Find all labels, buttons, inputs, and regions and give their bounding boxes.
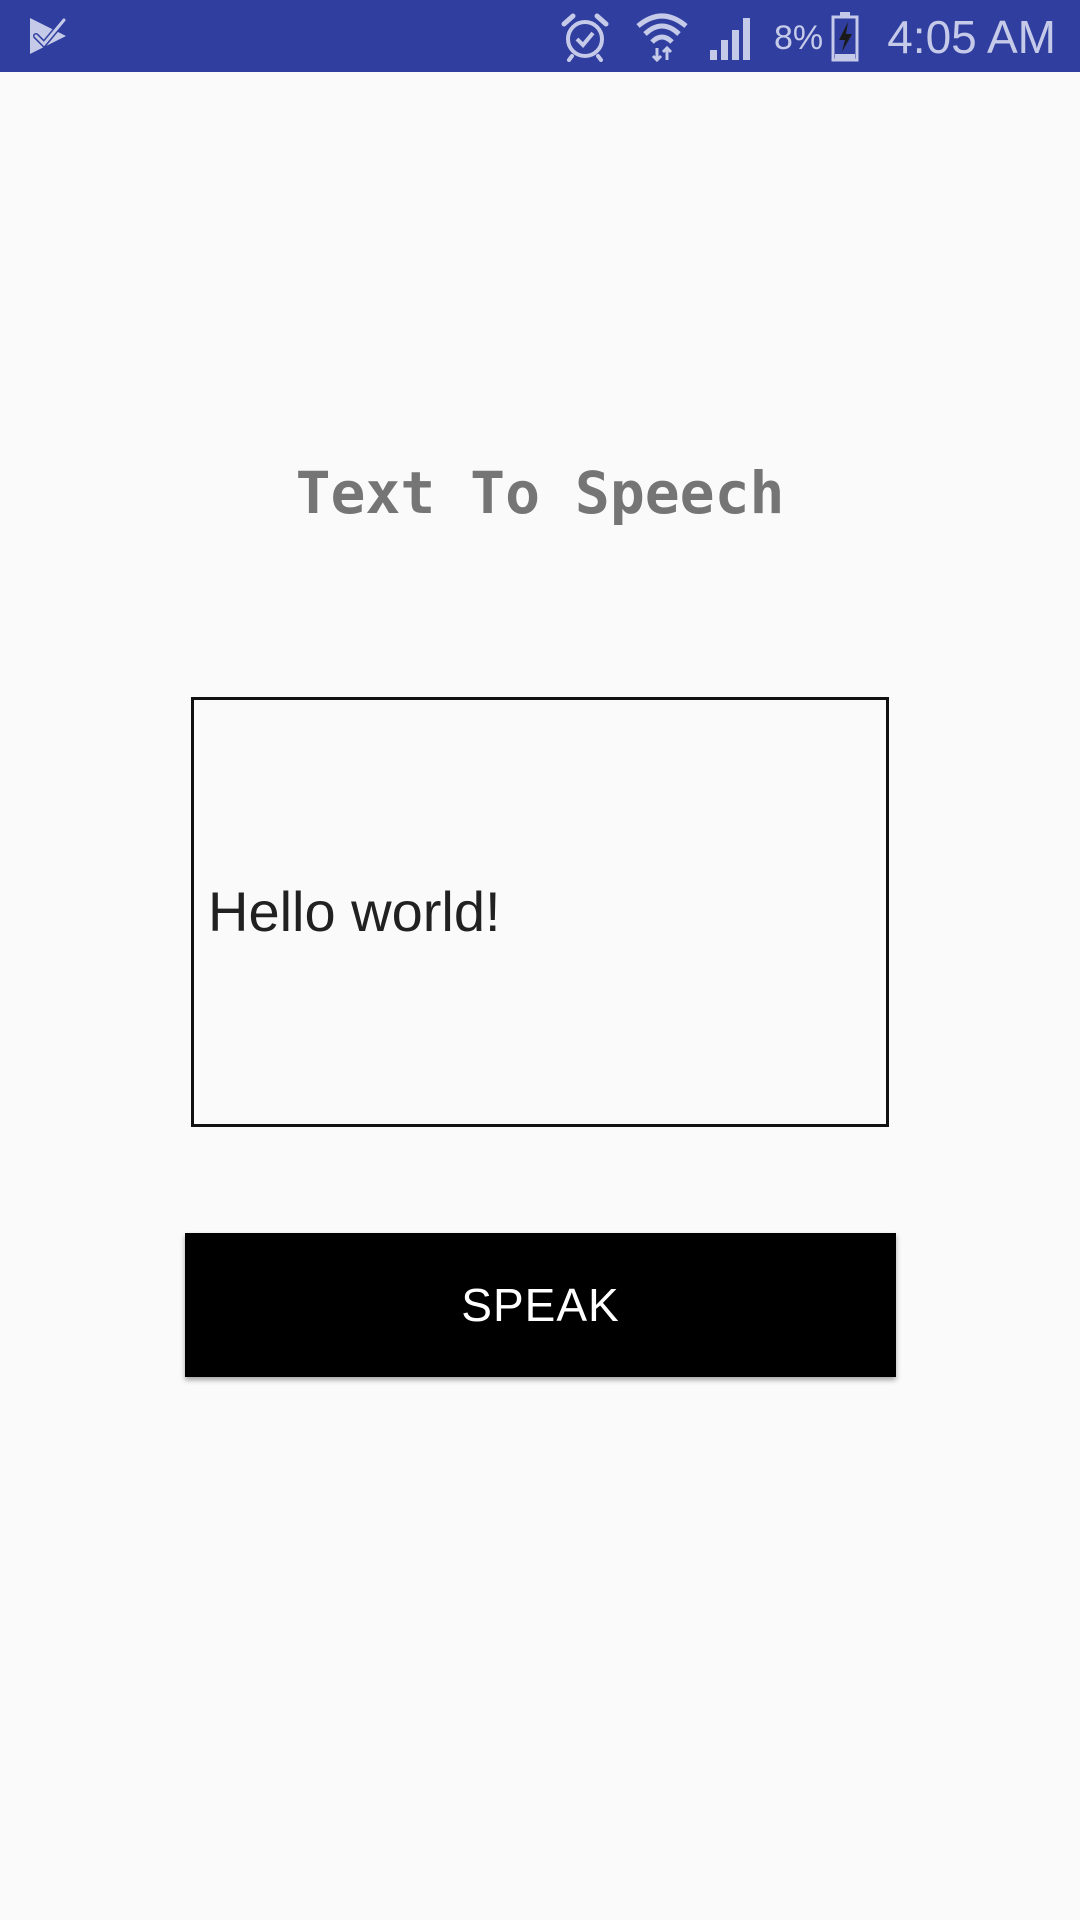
speech-text-input[interactable]: Hello world! [191,697,889,1127]
alarm-icon [561,13,609,62]
battery-charging-icon [831,12,859,62]
status-bar: 8% 4:05 AM [0,0,1080,72]
app-screen: 8% 4:05 AM Text To Speech Hello world! S… [0,0,1080,1920]
wifi-icon [636,13,688,62]
battery-percent: 8% [774,19,824,57]
speech-text-value[interactable]: Hello world! [194,879,501,945]
check-notification-icon [30,17,67,54]
signal-icon [710,18,750,60]
speak-button[interactable]: SPEAK [185,1233,896,1377]
status-time: 4:05 AM [887,11,1056,63]
page-title: Text To Speech [295,459,785,527]
